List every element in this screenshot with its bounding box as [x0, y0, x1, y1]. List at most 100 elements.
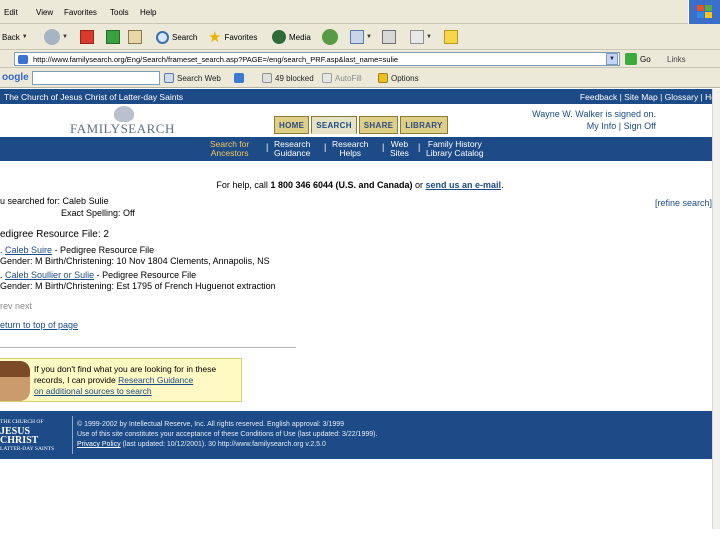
mail-button[interactable]: ▼: [350, 28, 372, 46]
menu-tools[interactable]: Tools: [110, 8, 129, 17]
ie-page-icon: [18, 55, 28, 64]
tab-library[interactable]: LIBRARY: [400, 116, 448, 134]
search-button[interactable]: Search: [156, 28, 197, 46]
address-input[interactable]: http://www.familysearch.org/Eng/Search/f…: [14, 52, 620, 66]
history-icon: [322, 29, 338, 45]
subnav-family-history-library[interactable]: Family History Library Catalog: [426, 140, 484, 158]
google-logo[interactable]: oogle: [2, 72, 29, 83]
subnav-search-ancestors[interactable]: Search for Ancestors: [210, 140, 249, 158]
menu-help[interactable]: Help: [140, 8, 156, 17]
address-dropdown-button[interactable]: ▼: [606, 53, 618, 65]
church-name: The Church of Jesus Christ of Latter-day…: [4, 92, 184, 102]
research-guidance-link[interactable]: Research Guidance: [118, 375, 193, 385]
prev-next[interactable]: rev next: [0, 301, 300, 313]
edit-button[interactable]: ▼: [410, 28, 432, 46]
refresh-button[interactable]: [106, 28, 120, 46]
subnav-separator: |: [324, 142, 327, 152]
browser-menubar: Edit View Favorites Tools Help: [0, 0, 720, 24]
links-button[interactable]: Links: [667, 55, 686, 64]
return-to-top-link[interactable]: eturn to top of page: [0, 320, 300, 332]
edit-icon: [410, 30, 424, 44]
menu-favorites[interactable]: Favorites: [64, 8, 97, 17]
windows-logo-icon: [688, 0, 720, 24]
options-label: Options: [391, 73, 419, 83]
notes-button[interactable]: [444, 28, 458, 46]
note-icon: [444, 30, 458, 44]
popup-blocker-button[interactable]: [234, 73, 247, 83]
subnav-separator: |: [418, 142, 421, 152]
result-name-link[interactable]: Caleb Suire: [5, 245, 52, 255]
subnav-research-helps[interactable]: Research Helps: [332, 140, 368, 158]
subnav-separator: |: [266, 142, 269, 152]
tab-search[interactable]: SEARCH: [311, 116, 357, 134]
additional-sources-link[interactable]: on additional sources to search: [34, 386, 152, 396]
blocked-count-button[interactable]: 49 blocked: [262, 73, 314, 83]
chevron-down-icon: ▼: [366, 34, 372, 40]
content-divider: [0, 347, 296, 348]
autofill-button[interactable]: AutoFill: [322, 73, 362, 83]
go-label: Go: [640, 54, 651, 64]
address-url: http://www.familysearch.org/Eng/Search/f…: [33, 55, 399, 64]
home-button[interactable]: [128, 28, 142, 46]
stop-button[interactable]: [80, 28, 94, 46]
menu-edit[interactable]: Edit: [4, 8, 18, 17]
media-label: Media: [289, 32, 311, 42]
email-link[interactable]: send us an e-mail: [426, 180, 502, 190]
forward-icon: [44, 29, 60, 45]
back-button[interactable]: Back ▼: [2, 28, 28, 46]
subnav-web-sites[interactable]: Web Sites: [390, 140, 409, 158]
search-web-icon: [164, 73, 174, 83]
tree-icon: [114, 106, 134, 122]
star-icon: ★: [208, 29, 222, 46]
searched-name: Caleb Sulie: [62, 196, 109, 206]
footer-divider: [72, 416, 73, 454]
account-links[interactable]: My Info | Sign Off: [532, 120, 656, 132]
research-assistant-box: If you don't find what you are looking f…: [0, 358, 242, 402]
search-label: Search: [172, 32, 198, 42]
help-phone: 1 800 346 6044 (U.S. and Canada): [270, 180, 413, 190]
search-web-label: Search Web: [177, 73, 221, 83]
go-button[interactable]: Go: [625, 52, 651, 66]
subnav-research-guidance[interactable]: Research Guidance: [274, 140, 310, 158]
print-button[interactable]: [382, 28, 396, 46]
assistant-text: If you don't find what you are looking f…: [34, 364, 217, 396]
section-title: edigree Resource File: 2: [0, 229, 109, 240]
autofill-label: AutoFill: [335, 73, 362, 83]
forward-button[interactable]: ▼: [44, 28, 68, 46]
menu-view[interactable]: View: [36, 8, 53, 17]
refine-search-link[interactable]: [refine search]: [655, 198, 712, 208]
searched-for: u searched for: Caleb Sulie: [0, 196, 109, 206]
google-toolbar: oogle Search Web 49 blocked AutoFill Opt…: [0, 68, 720, 88]
church-logo[interactable]: THE CHURCH OF JESUS CHRIST LATTER-DAY SA…: [0, 418, 68, 454]
signed-in-text: Wayne W. Walker is signed on.: [532, 109, 656, 119]
history-button[interactable]: [322, 28, 338, 46]
media-icon: [272, 30, 286, 44]
result-name-link[interactable]: Caleb Soullier or Sulie: [5, 270, 94, 280]
privacy-policy-link[interactable]: Privacy Policy: [77, 441, 121, 448]
favorites-label: Favorites: [224, 32, 258, 42]
go-arrow-icon: [625, 53, 637, 65]
assistant-photo: [0, 361, 30, 401]
favorites-button[interactable]: ★ Favorites: [208, 28, 257, 46]
address-bar: http://www.familysearch.org/Eng/Search/f…: [0, 50, 720, 68]
page-blank-area: [0, 459, 720, 540]
home-icon: [128, 30, 142, 44]
tab-share[interactable]: SHARE: [358, 116, 399, 134]
autofill-icon: [322, 73, 332, 83]
result-item: . Caleb Suire - Pedigree Resource File: [0, 244, 155, 255]
result-detail: Gender: M Birth/Christening: Est 1795 of…: [0, 281, 276, 291]
site-top-strip: The Church of Jesus Christ of Latter-day…: [0, 89, 720, 104]
site-top-links[interactable]: Feedback | Site Map | Glossary | He: [580, 92, 716, 102]
blocked-label: 49 blocked: [275, 73, 314, 83]
stop-icon: [80, 30, 94, 44]
familysearch-logo[interactable]: FAMILYSEARCH: [70, 104, 190, 138]
tab-home[interactable]: HOME: [274, 116, 310, 134]
legal-text: © 1999-2002 by Intellectual Reserve, Inc…: [77, 421, 378, 448]
vertical-scrollbar[interactable]: [712, 89, 720, 529]
options-button[interactable]: Options: [378, 73, 419, 83]
media-button[interactable]: Media: [272, 28, 311, 46]
search-web-button[interactable]: Search Web: [164, 73, 221, 83]
result-detail: Gender: M Birth/Christening: 10 Nov 1804…: [0, 256, 270, 266]
search-icon: [156, 30, 169, 44]
google-search-input[interactable]: [32, 71, 160, 85]
